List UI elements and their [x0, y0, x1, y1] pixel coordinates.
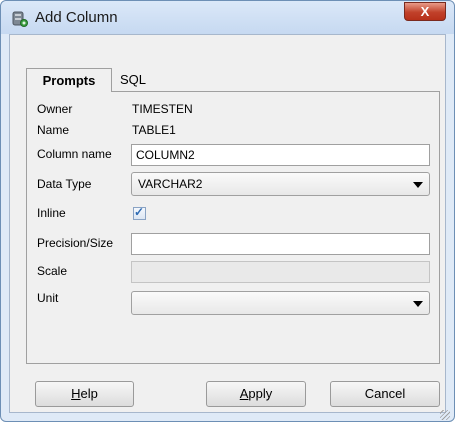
apply-button[interactable]: Apply: [206, 381, 306, 407]
help-button[interactable]: Help: [35, 381, 134, 407]
chevron-down-icon: [413, 182, 423, 188]
resize-grip[interactable]: [440, 410, 450, 420]
tab-prompts[interactable]: Prompts: [26, 68, 112, 92]
database-table-icon: [12, 11, 28, 27]
window-title: Add Column: [35, 9, 118, 26]
precision-size-label: Precision/Size: [37, 236, 114, 250]
precision-size-input[interactable]: [131, 233, 430, 255]
checkmark-icon: ✓: [134, 205, 145, 219]
chevron-down-icon: [413, 301, 423, 307]
tab-sql[interactable]: SQL: [120, 72, 146, 87]
inline-checkbox[interactable]: ✓: [133, 205, 146, 220]
owner-label: Owner: [37, 102, 73, 116]
scale-label: Scale: [37, 264, 68, 278]
data-type-value: VARCHAR2: [138, 177, 203, 191]
inline-label: Inline: [37, 206, 66, 220]
unit-label: Unit: [37, 291, 59, 305]
owner-value: TIMESTEN: [132, 102, 193, 116]
unit-select[interactable]: [131, 291, 430, 315]
close-button[interactable]: X: [404, 2, 446, 21]
column-name-input[interactable]: COLUMN2: [131, 144, 430, 166]
scale-input: [131, 261, 430, 283]
close-icon: X: [420, 4, 430, 19]
data-type-select[interactable]: VARCHAR2: [131, 172, 430, 196]
data-type-label: Data Type: [37, 177, 92, 191]
column-name-label: Column name: [37, 147, 112, 161]
prompts-panel: [26, 91, 440, 364]
title-bar[interactable]: Add Column X: [1, 1, 454, 34]
cancel-button[interactable]: Cancel: [330, 381, 440, 407]
name-label: Name: [37, 123, 70, 137]
name-value: TABLE1: [132, 123, 176, 137]
